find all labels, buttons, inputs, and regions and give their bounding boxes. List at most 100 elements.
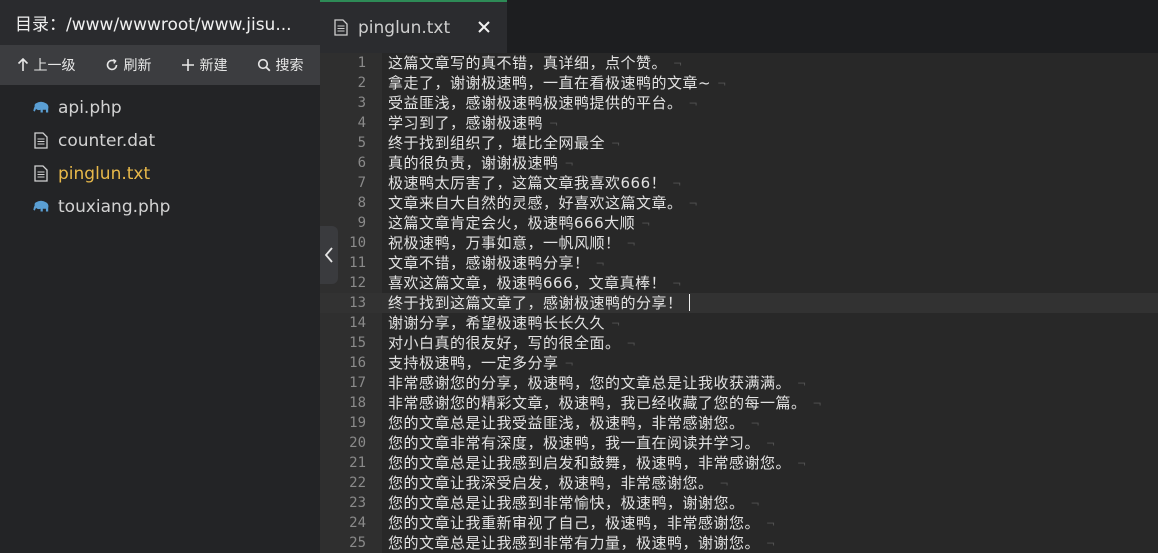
code-line[interactable]: 1 这篇文章写的真不错，真详细，点个赞。 ¬ [320,53,1158,73]
line-text: 真的很负责，谢谢极速鸭 [388,154,559,172]
line-number: 23 [349,495,366,511]
eol-marker: ¬ [797,457,807,470]
code-line[interactable]: 11 文章不错，感谢极速鸭分享！ ¬ [320,253,1158,273]
file-doc-icon [334,19,348,36]
code-line[interactable]: 7 极速鸭太厉害了，这篇文章我喜欢666！ ¬ [320,173,1158,193]
file-doc-icon [32,132,50,150]
line-text: 终于找到组织了，堪比全网最全 [388,134,606,152]
line-number: 15 [349,335,366,351]
line-number: 17 [349,375,366,391]
eol-marker: ¬ [688,197,698,210]
file-item-pinglun-txt[interactable]: pinglun.txt [0,157,320,190]
eol-marker: ¬ [717,77,727,90]
file-item-counter-dat[interactable]: counter.dat [0,124,320,157]
eol-marker: ¬ [564,157,574,170]
tab-pinglun-txt[interactable]: pinglun.txt [320,0,507,53]
php-elephant-icon [32,198,50,216]
eol-marker: ¬ [626,337,636,350]
line-number: 19 [349,415,366,431]
eol-marker: ¬ [797,377,807,390]
line-text: 受益匪浅，感谢极速鸭极速鸭提供的平台。 [388,94,683,112]
file-list: api.php counter.dat pinglun.txt touxiang… [0,85,320,223]
code-line[interactable]: 15 对小白真的很友好，写的很全面。 ¬ [320,333,1158,353]
line-number: 2 [357,75,366,91]
line-text: 非常感谢您的分享，极速鸭，您的文章总是让我收获满满。 [388,374,792,392]
new-label: 新建 [199,58,228,74]
line-number: 24 [349,515,366,531]
file-sidebar: 目录：/www/wwwroot/www.jisu... 上一级 刷新 新建 搜索… [0,0,320,553]
directory-path: 目录：/www/wwwroot/www.jisu... [0,0,320,45]
code-line[interactable]: 2 拿走了，谢谢极速鸭，一直在看极速鸭的文章~ ¬ [320,73,1158,93]
code-line[interactable]: 5 终于找到组织了，堪比全网最全 ¬ [320,133,1158,153]
code-line[interactable]: 17 非常感谢您的分享，极速鸭，您的文章总是让我收获满满。 ¬ [320,373,1158,393]
code-line[interactable]: 12 喜欢这篇文章，极速鸭666，文章真棒！ ¬ [320,273,1158,293]
up-level-button[interactable]: 上一级 [17,55,76,75]
eol-marker: ¬ [719,477,729,490]
code-line[interactable]: 14 谢谢分享，希望极速鸭长长久久 ¬ [320,313,1158,333]
code-line[interactable]: 3 受益匪浅，感谢极速鸭极速鸭提供的平台。 ¬ [320,93,1158,113]
tab-label: pinglun.txt [358,17,451,38]
code-editor[interactable]: 1 这篇文章写的真不错，真详细，点个赞。 ¬ 2 拿走了，谢谢极速鸭，一直在看极速鸭的文… [320,53,1158,553]
code-line[interactable]: 10 祝极速鸭，万事如意，一帆风顺！ ¬ [320,233,1158,253]
code-line[interactable]: 16 支持极速鸭，一定多分享 ¬ [320,353,1158,373]
code-line[interactable]: 20 您的文章非常有深度，极速鸭，我一直在阅读并学习。 ¬ [320,433,1158,453]
code-lines: 1 这篇文章写的真不错，真详细，点个赞。 ¬ 2 拿走了，谢谢极速鸭，一直在看极速鸭的文… [320,53,1158,553]
code-line[interactable]: 18 非常感谢您的精彩文章，极速鸭，我已经收藏了您的每一篇。 ¬ [320,393,1158,413]
line-number: 3 [357,95,366,111]
line-text: 您的文章总是让我感到非常有力量，极速鸭，谢谢您。 [388,534,761,552]
new-button[interactable]: 新建 [181,55,228,75]
eol-marker: ¬ [672,177,682,190]
line-text: 这篇文章写的真不错，真详细，点个赞。 [388,54,668,72]
eol-marker: ¬ [564,357,574,370]
file-name: touxiang.php [58,196,171,217]
code-line[interactable]: 19 您的文章总是让我受益匪浅，极速鸭，非常感谢您。 ¬ [320,413,1158,433]
eol-marker: ¬ [641,217,651,230]
line-text: 文章不错，感谢极速鸭分享！ [388,254,590,272]
line-text: 学习到了，感谢极速鸭 [388,114,544,132]
file-item-api-php[interactable]: api.php [0,91,320,124]
eol-marker: ¬ [766,517,776,530]
code-line[interactable]: 21 您的文章总是让我感到启发和鼓舞，极速鸭，非常感谢您。 ¬ [320,453,1158,473]
eol-marker: ¬ [766,437,776,450]
code-line[interactable]: 9 这篇文章肯定会火，极速鸭666大顺 ¬ [320,213,1158,233]
line-text: 您的文章非常有深度，极速鸭，我一直在阅读并学习。 [388,434,761,452]
line-text: 祝极速鸭，万事如意，一帆风顺！ [388,234,621,252]
code-line[interactable]: 4 学习到了，感谢极速鸭 ¬ [320,113,1158,133]
arrow-up-icon [17,58,28,71]
line-number: 14 [349,315,366,331]
up-level-label: 上一级 [33,58,76,74]
close-icon [478,21,490,33]
line-text: 您的文章让我重新审视了自己，极速鸭，非常感谢您。 [388,514,761,532]
line-text: 极速鸭太厉害了，这篇文章我喜欢666！ [388,174,667,192]
line-number: 25 [349,535,366,551]
search-button[interactable]: 搜索 [257,55,304,75]
line-number: 5 [357,135,366,151]
tab-close-button[interactable] [473,16,495,38]
file-name: api.php [58,97,122,118]
eol-marker: ¬ [750,417,760,430]
code-line[interactable]: 24 您的文章让我重新审视了自己，极速鸭，非常感谢您。 ¬ [320,513,1158,533]
line-text: 这篇文章肯定会火，极速鸭666大顺 [388,214,636,232]
code-line[interactable]: 8 文章来自大自然的灵感，好喜欢这篇文章。 ¬ [320,193,1158,213]
code-line[interactable]: 6 真的很负责，谢谢极速鸭 ¬ [320,153,1158,173]
code-line[interactable]: 22 您的文章让我深受启发，极速鸭，非常感谢您。 ¬ [320,473,1158,493]
line-number: 22 [349,475,366,491]
line-number: 18 [349,395,366,411]
line-text: 喜欢这篇文章，极速鸭666，文章真棒！ [388,274,667,292]
file-name: counter.dat [58,130,156,151]
php-elephant-icon [32,99,50,117]
eol-marker: ¬ [812,397,822,410]
line-text: 您的文章总是让我受益匪浅，极速鸭，非常感谢您。 [388,414,745,432]
file-name: pinglun.txt [58,163,151,184]
file-item-touxiang-php[interactable]: touxiang.php [0,190,320,223]
sidebar-collapse-button[interactable] [320,226,338,284]
code-line[interactable]: 25 您的文章总是让我感到非常有力量，极速鸭，谢谢您。 ¬ [320,533,1158,553]
line-number: 8 [357,195,366,211]
code-line[interactable]: 13 终于找到这篇文章了，感谢极速鸭的分享！ [320,293,1158,313]
code-line[interactable]: 23 您的文章总是让我感到非常愉快，极速鸭，谢谢您。 ¬ [320,493,1158,513]
search-label: 搜索 [275,58,304,74]
eol-marker: ¬ [626,237,636,250]
refresh-button[interactable]: 刷新 [105,55,152,75]
line-text: 支持极速鸭，一定多分享 [388,354,559,372]
line-text: 您的文章让我深受启发，极速鸭，非常感谢您。 [388,474,714,492]
